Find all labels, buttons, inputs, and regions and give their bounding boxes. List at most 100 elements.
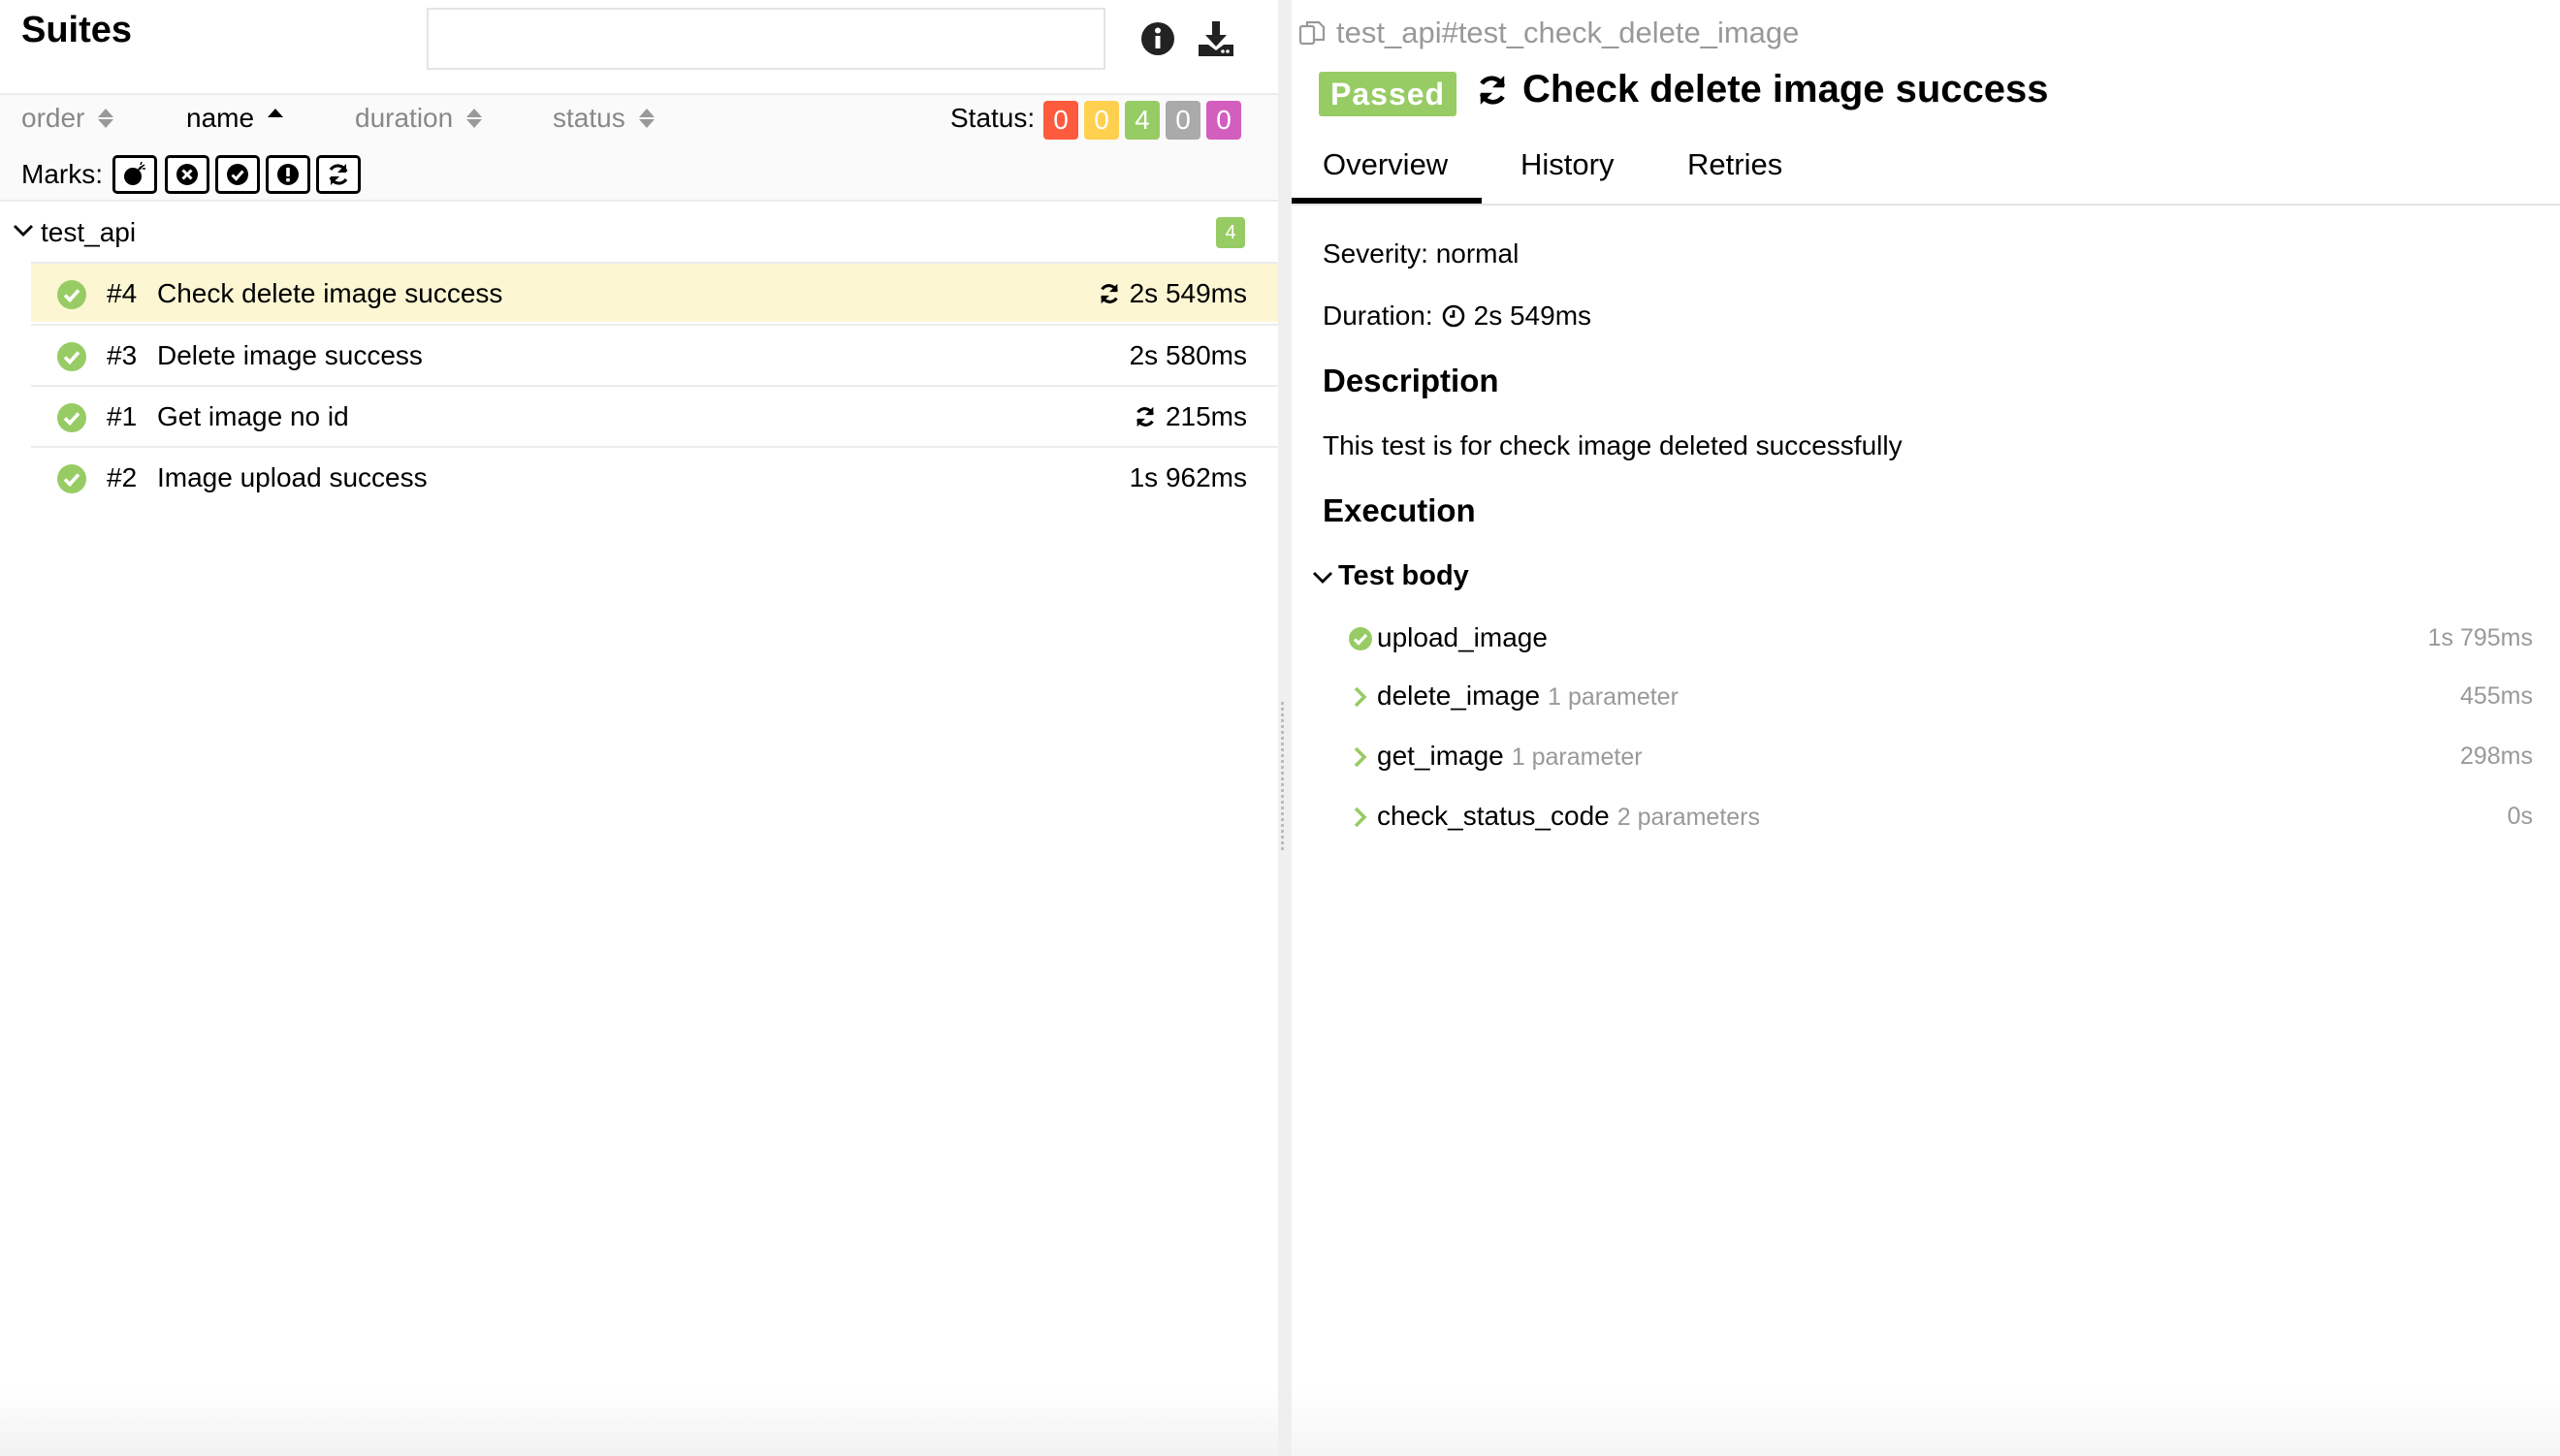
test-details-pane: test_api#test_check_delete_image Passed …	[1292, 0, 2560, 1456]
refresh-icon	[1479, 75, 1506, 105]
test-row[interactable]: #3 Delete image success 2s 580ms	[31, 324, 1278, 384]
status-passed-badge[interactable]: 4	[1125, 101, 1160, 140]
duration-value: 215ms	[1165, 401, 1247, 431]
status-filter-label: Status:	[950, 103, 1036, 133]
clock-icon	[1442, 304, 1464, 328]
test-order: #2	[107, 462, 138, 492]
test-duration: 215ms	[1133, 401, 1247, 432]
step-params: 1 parameter	[1548, 683, 1679, 711]
test-duration: 2s 580ms	[1130, 340, 1247, 371]
step-name: upload_image	[1377, 622, 1548, 653]
step-name-text: get_image	[1377, 741, 1504, 771]
search-input[interactable]	[427, 8, 1105, 70]
chevron-down-icon	[1313, 572, 1332, 584]
drag-grip-icon	[1281, 702, 1289, 850]
passed-check-icon	[1349, 627, 1372, 650]
passed-check-icon	[57, 403, 86, 432]
bomb-icon	[124, 161, 145, 185]
retry-icon	[1136, 406, 1154, 427]
step-row[interactable]: get_image 1 parameter 298ms	[1348, 733, 2533, 781]
suite-group-name: test_api	[41, 217, 137, 247]
suite-group-count-badge: 4	[1216, 217, 1245, 248]
test-row[interactable]: #2 Image upload success 1s 962ms	[31, 446, 1278, 506]
download-icon[interactable]	[1195, 17, 1237, 60]
mark-retries-button[interactable]	[316, 155, 361, 194]
x-circle-icon	[176, 164, 198, 185]
pane-splitter[interactable]	[1278, 0, 1292, 1456]
test-name: Check delete image success	[157, 278, 503, 308]
step-name-text: check_status_code	[1377, 801, 1610, 831]
step-name: delete_image 1 parameter	[1377, 681, 1679, 712]
status-failed-badge[interactable]: 0	[1043, 101, 1078, 140]
step-row[interactable]: upload_image 1s 795ms	[1348, 615, 2533, 663]
sort-by-order[interactable]: order	[21, 103, 114, 134]
mark-new-passed-button[interactable]	[215, 155, 260, 194]
duration-value: 2s 549ms	[1129, 278, 1247, 308]
step-row[interactable]: check_status_code 2 parameters 0s	[1348, 793, 2533, 841]
test-order: #3	[107, 340, 138, 370]
mark-flaky-button[interactable]	[112, 155, 157, 194]
suites-pane: Suites order name duration status Status…	[0, 0, 1278, 1456]
chevron-right-icon	[1354, 686, 1367, 708]
test-order: #1	[107, 401, 138, 431]
suites-title: Suites	[21, 10, 133, 50]
execution-heading: Execution	[1323, 492, 1476, 528]
tab-history[interactable]: History	[1520, 147, 1614, 182]
test-duration: 2s 549ms	[1097, 278, 1247, 309]
pane-footer-shade	[0, 1388, 1278, 1456]
test-row[interactable]: #1 Get image no id 215ms	[31, 385, 1278, 445]
tab-retries[interactable]: Retries	[1687, 147, 1782, 182]
pane-footer-shade	[1292, 1388, 2560, 1456]
step-duration: 1s 795ms	[2427, 624, 2533, 651]
test-name: Get image no id	[157, 401, 349, 431]
test-uid-text: test_api#test_check_delete_image	[1336, 16, 1800, 49]
duration-label: Duration:	[1323, 301, 1433, 331]
step-params: 1 parameter	[1511, 744, 1643, 771]
exclamation-circle-icon	[277, 164, 299, 185]
retry-icon	[1100, 283, 1118, 304]
test-duration: 1s 962ms	[1130, 462, 1247, 493]
check-circle-icon	[227, 164, 248, 185]
mark-new-failed-button[interactable]	[165, 155, 209, 194]
divider	[1292, 204, 2560, 206]
severity: Severity: normal	[1323, 238, 1520, 269]
test-row[interactable]: #4 Check delete image success 2s 549ms	[31, 262, 1278, 322]
copy-icon	[1298, 20, 1326, 46]
status-unknown-badge[interactable]: 0	[1206, 101, 1241, 140]
sort-by-status[interactable]: status	[553, 103, 655, 134]
step-name-text: delete_image	[1377, 681, 1541, 711]
test-uid[interactable]: test_api#test_check_delete_image	[1297, 16, 1799, 50]
status-skipped-badge[interactable]: 0	[1166, 101, 1200, 140]
sort-arrows-icon	[98, 109, 114, 128]
test-order: #4	[107, 278, 138, 308]
sort-ascending-icon	[268, 109, 284, 128]
step-row[interactable]: delete_image 1 parameter 455ms	[1348, 673, 2533, 721]
step-duration: 298ms	[2459, 743, 2533, 770]
tab-overview[interactable]: Overview	[1323, 147, 1448, 182]
sort-label: name	[186, 103, 255, 133]
chevron-right-icon	[1354, 807, 1367, 828]
duration-value: 2s 580ms	[1129, 340, 1247, 370]
passed-check-icon	[57, 342, 86, 371]
marks-label: Marks:	[21, 159, 103, 189]
info-icon[interactable]	[1136, 17, 1179, 60]
passed-check-icon	[57, 280, 86, 309]
divider	[0, 200, 1278, 202]
refresh-icon	[329, 164, 348, 185]
test-title: Check delete image success	[1474, 68, 2049, 111]
test-name: Image upload success	[157, 462, 428, 492]
step-name: check_status_code 2 parameters	[1377, 801, 1760, 832]
sort-arrows-icon	[638, 109, 655, 128]
status-broken-badge[interactable]: 0	[1084, 101, 1119, 140]
status-badge: Passed	[1319, 72, 1457, 116]
passed-check-icon	[57, 464, 86, 493]
duration-value: 1s 962ms	[1129, 462, 1247, 492]
step-name: get_image 1 parameter	[1377, 741, 1643, 772]
sort-by-duration[interactable]: duration	[355, 103, 483, 134]
suite-group-toggle[interactable]: test_api 4	[0, 204, 1278, 262]
mark-new-broken-button[interactable]	[266, 155, 310, 194]
step-name-text: upload_image	[1377, 622, 1548, 652]
description-heading: Description	[1323, 363, 1499, 398]
duration-value: 2s 549ms	[1473, 301, 1592, 331]
sort-by-name[interactable]: name	[186, 103, 284, 134]
